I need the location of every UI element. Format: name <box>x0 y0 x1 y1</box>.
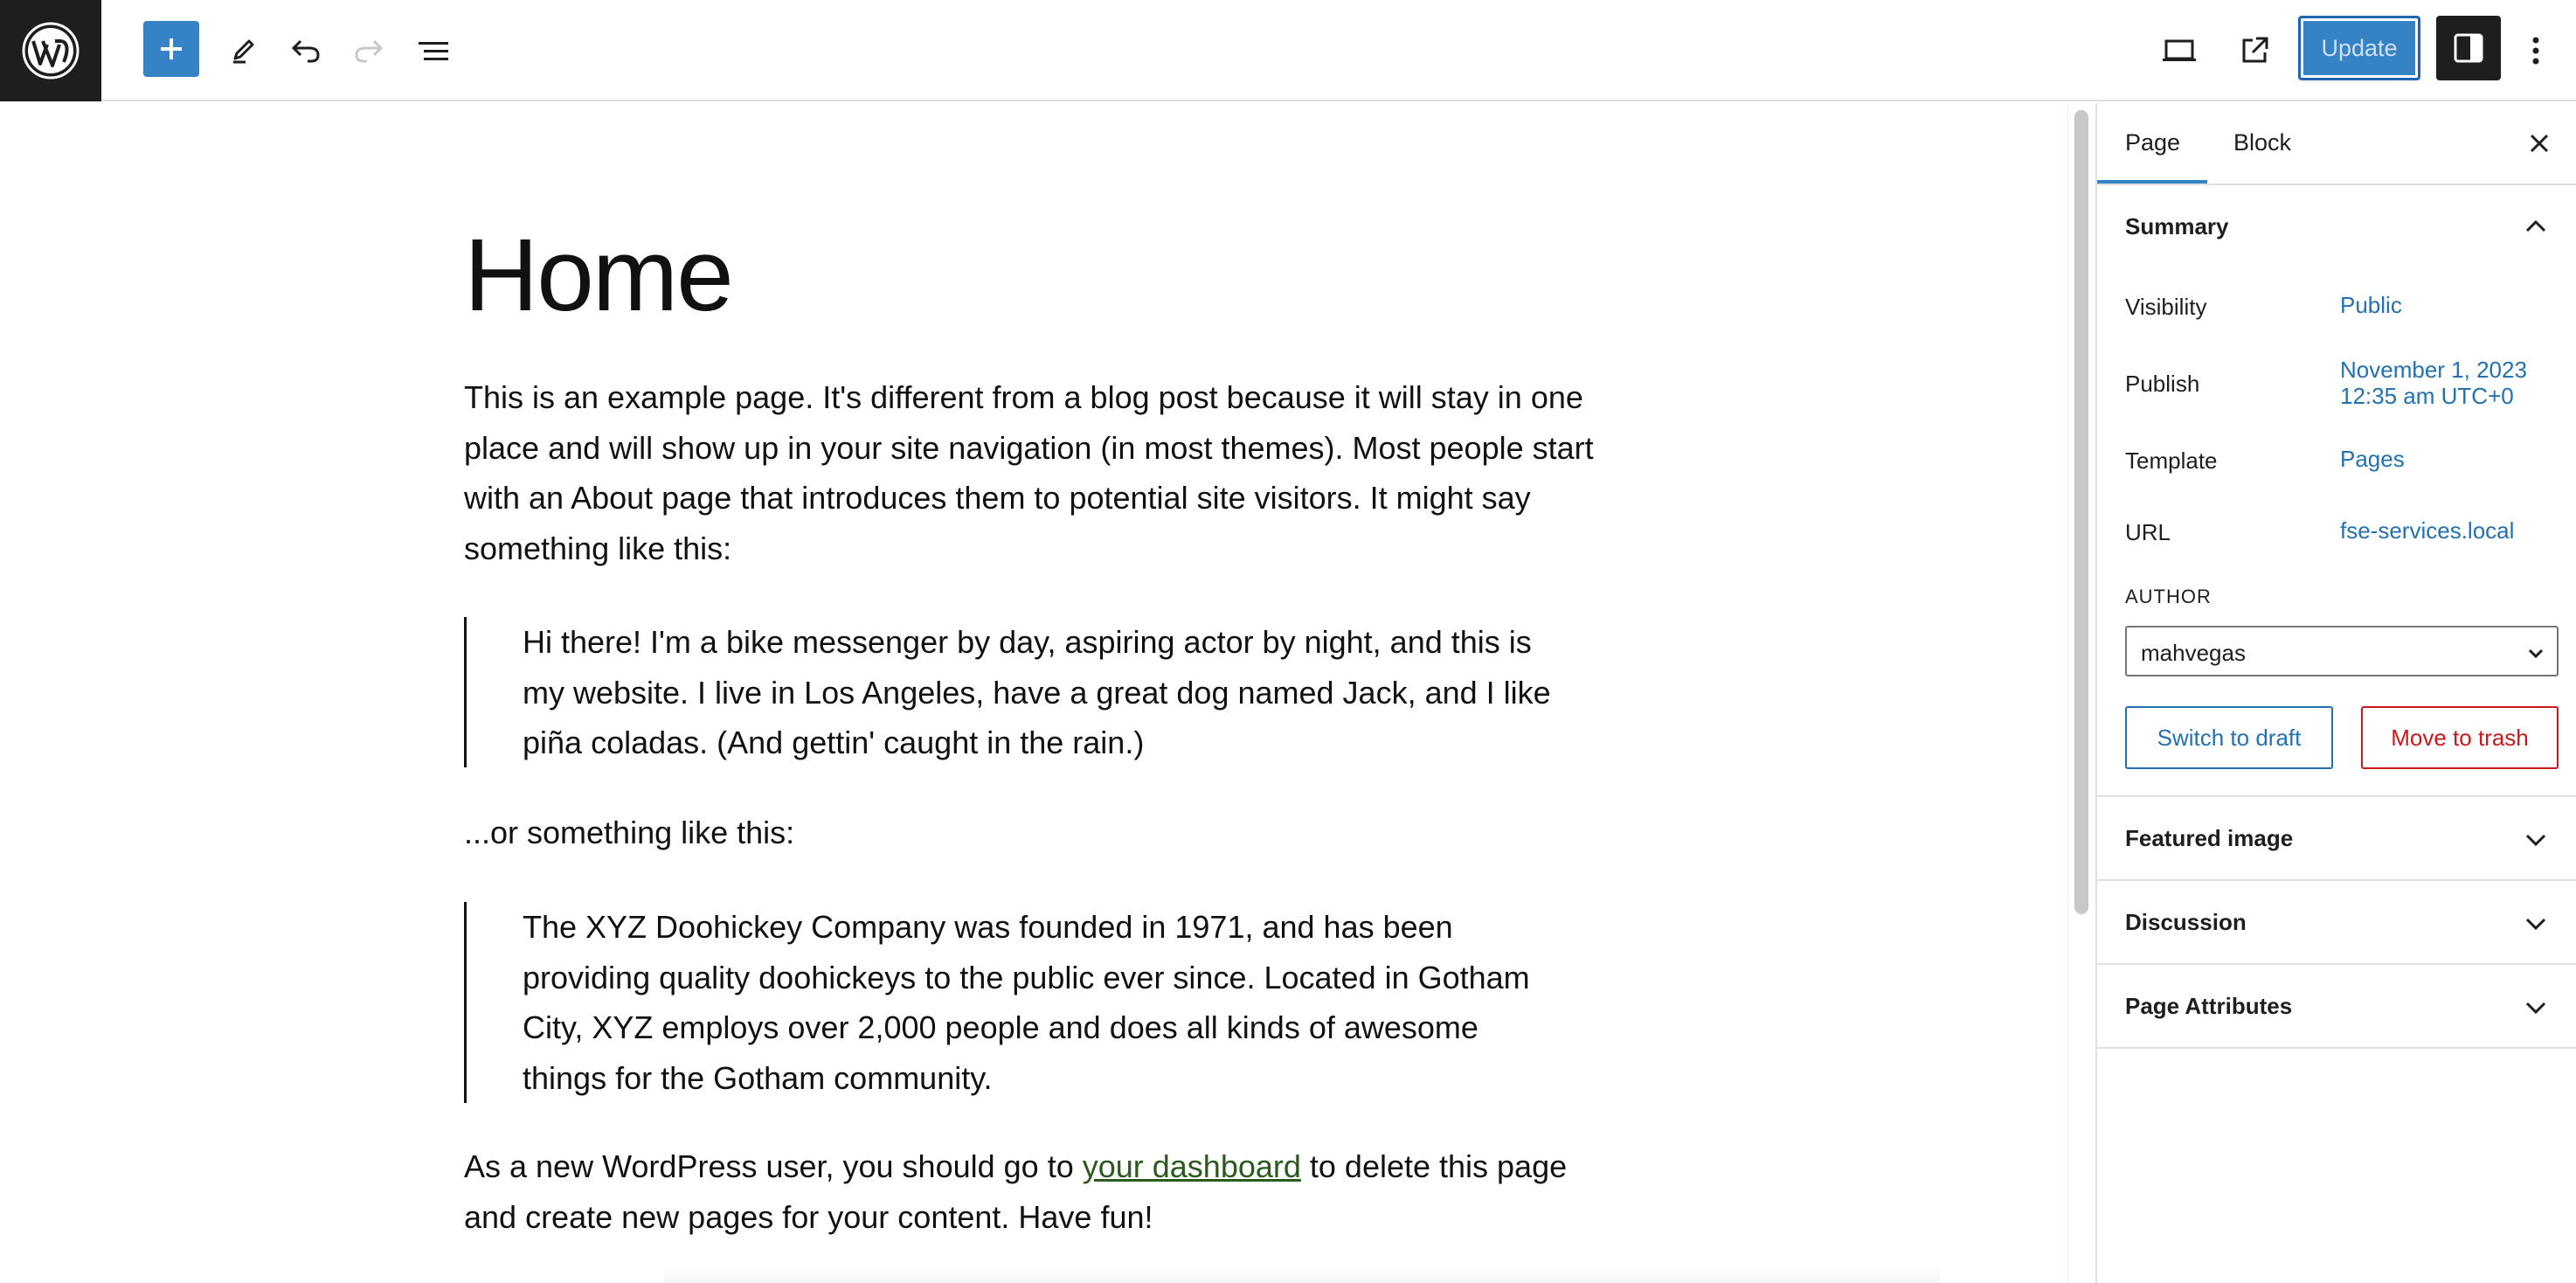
options-button[interactable] <box>2508 23 2564 79</box>
pencil-icon <box>233 39 254 64</box>
editor-canvas[interactable]: Home This is an example page. It's diffe… <box>0 103 2067 1283</box>
paragraph-block[interactable]: This is an example page. It's different … <box>464 372 1617 573</box>
redo-icon <box>355 39 384 63</box>
summary-panel-title: Summary <box>2125 213 2229 239</box>
move-to-trash-button[interactable]: Move to trash <box>2361 706 2559 769</box>
publish-label: Publish <box>2125 371 2200 397</box>
template-label: Template <box>2125 447 2218 474</box>
desktop-preview-icon <box>2163 39 2196 61</box>
close-sidebar-button[interactable] <box>2524 128 2555 159</box>
publish-date: November 1, 2023 <box>2340 357 2527 383</box>
chevron-down-icon <box>2528 648 2544 659</box>
switch-to-draft-button[interactable]: Switch to draft <box>2125 706 2333 769</box>
page-attributes-panel-title: Page Attributes <box>2125 993 2293 1019</box>
publish-time: 12:35 am UTC+0 <box>2340 383 2514 409</box>
close-icon <box>2530 134 2549 153</box>
external-link-icon <box>2242 37 2268 63</box>
author-select-value: mahvegas <box>2141 640 2246 666</box>
paragraph-block[interactable]: As a new WordPress user, you should go t… <box>464 1141 1582 1242</box>
url-value[interactable]: fse-services.local <box>2340 517 2514 544</box>
tools-button[interactable] <box>215 23 271 79</box>
summary-panel-header[interactable]: Summary <box>2097 185 2576 267</box>
page-attributes-panel-header[interactable]: Page Attributes <box>2097 965 2576 1049</box>
publish-value[interactable]: November 1, 2023 12:35 am UTC+0 <box>2340 357 2527 409</box>
canvas-scrollbar-thumb[interactable] <box>2074 110 2088 914</box>
paragraph-block[interactable]: ...or something like this: <box>464 808 1600 858</box>
visibility-label: Visibility <box>2125 294 2207 320</box>
discussion-panel-title: Discussion <box>2125 909 2247 935</box>
author-select[interactable]: mahvegas <box>2125 626 2559 676</box>
chevron-up-icon <box>2525 219 2546 232</box>
more-vertical-icon <box>2532 37 2539 65</box>
tab-page[interactable]: Page <box>2125 129 2180 156</box>
template-value[interactable]: Pages <box>2340 446 2405 472</box>
chevron-down-icon <box>2525 918 2546 931</box>
update-button[interactable]: Update <box>2298 16 2420 80</box>
quote-block[interactable]: Hi there! I'm a bike messenger by day, a… <box>464 617 1556 767</box>
author-label: AUTHOR <box>2125 586 2212 607</box>
wordpress-logo-icon[interactable] <box>0 0 101 101</box>
chevron-down-icon <box>2525 834 2546 847</box>
discussion-panel-header[interactable]: Discussion <box>2097 881 2576 965</box>
active-tab-indicator <box>2097 180 2207 184</box>
quote-text: The XYZ Doohickey Company was founded in… <box>523 909 1530 1096</box>
settings-toggle-button[interactable] <box>2436 16 2501 80</box>
undo-icon <box>291 39 320 63</box>
redo-button[interactable] <box>341 23 397 79</box>
quote-text: Hi there! I'm a bike messenger by day, a… <box>523 624 1551 760</box>
url-label: URL <box>2125 519 2171 545</box>
visibility-value[interactable]: Public <box>2340 292 2402 318</box>
block-inserter-button[interactable] <box>143 21 199 77</box>
featured-image-panel-title: Featured image <box>2125 825 2294 851</box>
canvas-footer-edge <box>664 1266 1940 1283</box>
dashboard-link[interactable]: your dashboard <box>1083 1148 1301 1184</box>
list-view-icon <box>419 42 448 60</box>
plus-icon <box>161 38 182 59</box>
settings-sidebar: Page Block Summary Visibility Public Pub… <box>2095 103 2576 1283</box>
sidebar-tabs: Page Block <box>2097 103 2576 185</box>
chevron-down-icon <box>2525 1002 2546 1015</box>
editor-header: Update <box>0 0 2576 101</box>
undo-button[interactable] <box>278 23 334 79</box>
list-view-button[interactable] <box>405 23 461 79</box>
featured-image-panel-header[interactable]: Featured image <box>2097 797 2576 881</box>
tab-block[interactable]: Block <box>2233 129 2291 156</box>
page-title[interactable]: Home <box>464 224 734 327</box>
view-page-button[interactable] <box>2226 23 2282 79</box>
preview-button[interactable] <box>2151 23 2207 79</box>
quote-block[interactable]: The XYZ Doohickey Company was founded in… <box>464 902 1556 1103</box>
paragraph-text: As a new WordPress user, you should go t… <box>464 1148 1083 1184</box>
sidebar-toggle-icon <box>2454 33 2483 63</box>
